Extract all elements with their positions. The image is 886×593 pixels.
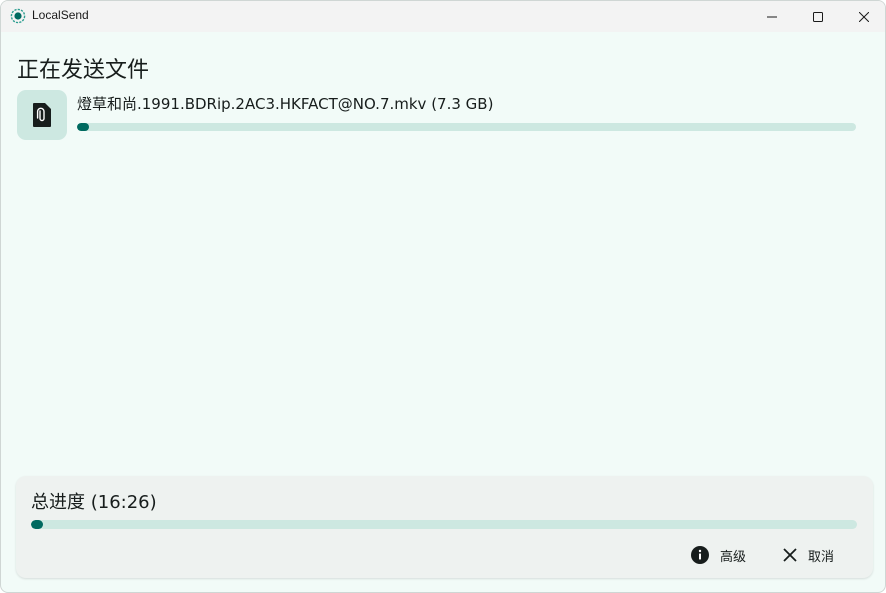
window-close-button[interactable] [841,1,885,32]
minimize-button[interactable] [749,1,795,32]
total-progress-label: 总进度 (16:26) [31,492,157,513]
maximize-icon [813,11,823,22]
total-progress-bar [31,520,857,529]
window-close-icon [859,11,869,22]
total-progress-panel: 总进度 (16:26) 高级 取消 [16,476,873,578]
close-icon [783,548,797,562]
cancel-button[interactable]: 取消 [782,540,834,570]
file-progress-bar [77,123,856,131]
advanced-label: 高级 [720,549,747,565]
title-bar[interactable]: LocalSend [1,1,885,32]
info-icon [691,546,709,564]
page-title: 正在发送文件 [17,58,150,83]
file-attachment-icon [33,103,51,127]
maximize-button[interactable] [795,1,841,32]
cancel-label: 取消 [808,549,835,565]
advanced-button[interactable]: 高级 [690,540,746,570]
file-icon-tile [17,90,67,140]
file-transfer-item: 燈草和尚.1991.BDRip.2AC3.HKFACT@NO.7.mkv (7.… [17,90,857,140]
total-progress-fill [31,520,44,529]
app-window: LocalSend 正在发送文件 燈草和尚.1991.BDRip.2AC3.HK… [0,0,886,593]
localsend-logo-icon [10,8,26,24]
file-progress-fill [77,123,89,131]
file-name: 燈草和尚.1991.BDRip.2AC3.HKFACT@NO.7.mkv (7.… [77,95,494,113]
window-title: LocalSend [32,8,89,22]
minimize-icon [767,16,777,17]
main-content: 正在发送文件 燈草和尚.1991.BDRip.2AC3.HKFACT@NO.7.… [1,32,885,592]
